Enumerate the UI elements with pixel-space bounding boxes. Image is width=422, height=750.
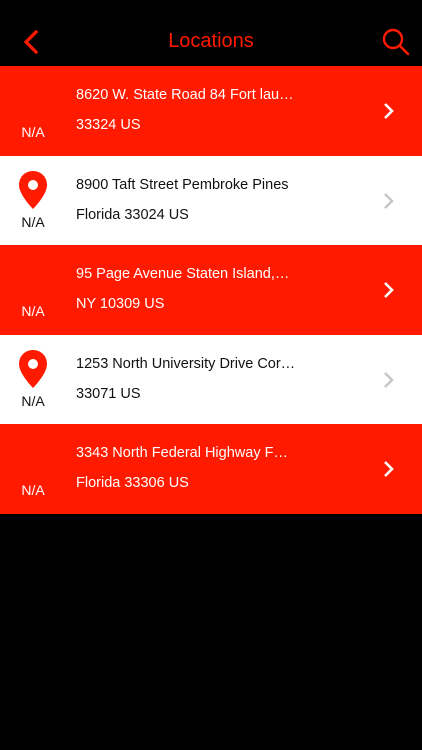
location-row[interactable]: N/A 8900 Taft Street Pembroke Pines Flor… [0, 155, 422, 246]
map-pin-icon [19, 170, 47, 209]
location-row[interactable]: N/A 8620 W. State Road 84 Fort lau… 3332… [0, 66, 422, 156]
chevron-right-icon [384, 282, 394, 299]
header-bar: Locations [0, 0, 422, 66]
chevron-right-icon [384, 192, 394, 209]
distance-label: N/A [21, 482, 45, 499]
search-icon[interactable] [380, 26, 412, 58]
address-line-2: 33324 US [76, 117, 141, 133]
location-row[interactable]: N/A 1253 North University Drive Cor… 330… [0, 334, 422, 425]
map-pin-icon [19, 81, 47, 119]
map-pin-icon [19, 260, 47, 299]
locations-list: N/A 8620 W. State Road 84 Fort lau… 3332… [0, 66, 422, 514]
chevron-right-icon [384, 103, 394, 119]
map-pin-icon [19, 439, 47, 478]
chevron-right-icon [384, 371, 394, 388]
location-row[interactable]: N/A 3343 North Federal Highway F… Florid… [0, 424, 422, 514]
address-line-1: 3343 North Federal Highway F… [76, 445, 288, 462]
distance-label: N/A [21, 303, 45, 320]
distance-label: N/A [21, 213, 45, 230]
address-line-2: 33071 US [76, 385, 141, 402]
address-line-1: 8900 Taft Street Pembroke Pines [76, 176, 289, 193]
page-title: Locations [168, 30, 254, 52]
map-pin-icon [19, 349, 47, 388]
address-line-2: NY 10309 US [76, 296, 165, 313]
distance-label: N/A [21, 124, 45, 140]
chevron-right-icon [384, 461, 394, 478]
address-line-1: 95 Page Avenue Staten Island,… [76, 266, 290, 283]
address-line-2: Florida 33024 US [76, 206, 189, 223]
distance-label: N/A [21, 392, 45, 409]
address-line-1: 8620 W. State Road 84 Fort lau… [76, 87, 294, 103]
address-line-1: 1253 North University Drive Cor… [76, 355, 296, 372]
location-row[interactable]: N/A 95 Page Avenue Staten Island,… NY 10… [0, 245, 422, 335]
address-line-2: Florida 33306 US [76, 475, 189, 492]
